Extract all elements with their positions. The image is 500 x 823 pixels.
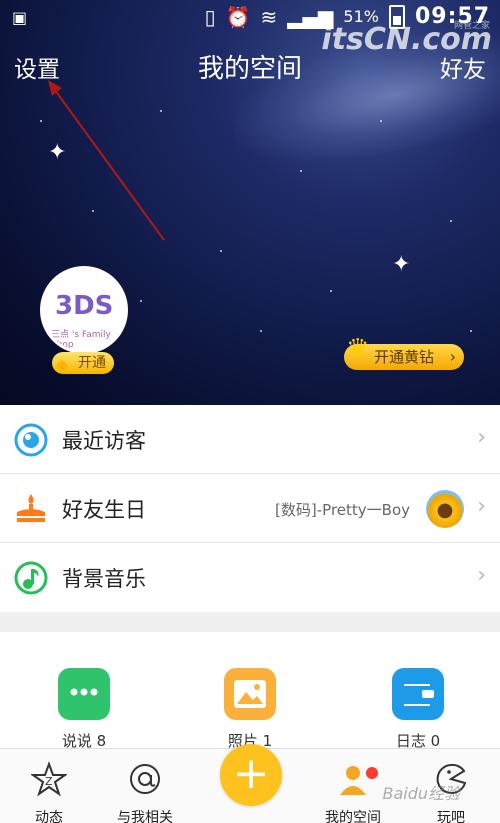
- avatar-caption: 三点 's Family Shop: [51, 330, 111, 350]
- tile-shuoshuo[interactable]: 说说 8: [24, 668, 144, 751]
- open-vip-badge[interactable]: ◆ 开通: [52, 352, 114, 374]
- baidu-watermark: Baidu经验: [382, 784, 460, 803]
- tab-label: 动态: [35, 810, 63, 823]
- list-item-label: 背景音乐: [62, 567, 146, 591]
- eye-icon: [14, 423, 48, 457]
- chevron-right-icon: ›: [477, 494, 486, 519]
- notification-icon: ▣: [12, 8, 28, 27]
- crown-diamond-icon: ♛: [346, 334, 370, 364]
- annotation-arrow: [48, 80, 165, 241]
- photo-icon: [224, 668, 276, 720]
- tab-mentions[interactable]: 与我相关: [100, 761, 190, 823]
- notification-dot: [366, 767, 378, 779]
- diamond-icon: ◆: [56, 355, 69, 374]
- star: [470, 330, 472, 332]
- svg-text:Z: Z: [45, 775, 53, 788]
- alarm-icon: ⏰: [225, 4, 251, 29]
- yellow-diamond-label: 开通黄钻: [374, 348, 435, 366]
- tile-diary[interactable]: 日志 0: [358, 668, 478, 751]
- tile-photos[interactable]: 照片 1: [190, 668, 310, 751]
- chevron-right-icon: ›: [449, 347, 456, 366]
- profile-header: ✦ ✦ ▣ ▯ ⏰ ≋ ▂▄▆ 51% 09:57 网管之家 itsCN.com…: [0, 0, 500, 405]
- publish-plus-button[interactable]: +: [220, 744, 282, 806]
- star: [220, 250, 222, 252]
- list-item-friend-birthday[interactable]: 好友生日 [数码]-Pretty一Boy ›: [0, 474, 500, 543]
- friends-button[interactable]: 好友: [440, 50, 486, 84]
- tab-label: 与我相关: [117, 810, 173, 823]
- star: [140, 300, 142, 302]
- open-yellow-diamond-button[interactable]: ♛ 开通黄钻 ›: [344, 336, 464, 370]
- music-note-icon: [14, 561, 48, 595]
- star: [450, 220, 452, 222]
- wifi-icon: ≋: [260, 4, 278, 29]
- tab-label: 我的空间: [325, 810, 381, 823]
- vibrate-icon: ▯: [204, 4, 216, 29]
- plus-icon: +: [232, 748, 270, 799]
- friend-avatar: [426, 490, 464, 528]
- list-item-recent-visitors[interactable]: 最近访客 ›: [0, 405, 500, 474]
- chat-bubble-icon: [58, 668, 110, 720]
- chevron-right-icon: ›: [477, 425, 486, 450]
- star: [330, 290, 332, 292]
- tab-label: 玩吧: [437, 810, 465, 823]
- open-vip-label: 开通: [78, 355, 106, 371]
- cake-icon: [17, 494, 45, 522]
- star-icon: Z: [29, 761, 69, 797]
- menu-list: 最近访客 › 好友生日 [数码]-Pretty一Boy › 背景音乐 ›: [0, 405, 500, 612]
- star: [380, 120, 382, 122]
- star: [260, 330, 262, 332]
- profile-icon: [340, 766, 366, 795]
- list-item-label: 好友生日: [62, 498, 146, 522]
- diary-icon: [392, 668, 444, 720]
- list-item-label: 最近访客: [62, 429, 146, 453]
- avatar[interactable]: 3DS 三点 's Family Shop: [40, 266, 128, 354]
- section-divider: [0, 612, 500, 632]
- feature-grid: 说说 8 照片 1 日志 0: [0, 632, 500, 750]
- sparkle-icon: ✦: [392, 252, 411, 277]
- star: [300, 170, 302, 172]
- avatar-logo: 3DS: [55, 291, 114, 321]
- tab-feed[interactable]: Z 动态: [4, 761, 94, 823]
- birthday-friend-name: [数码]-Pretty一Boy: [275, 501, 410, 519]
- chevron-right-icon: ›: [477, 563, 486, 588]
- at-icon: [130, 764, 160, 794]
- list-item-background-music[interactable]: 背景音乐 ›: [0, 543, 500, 612]
